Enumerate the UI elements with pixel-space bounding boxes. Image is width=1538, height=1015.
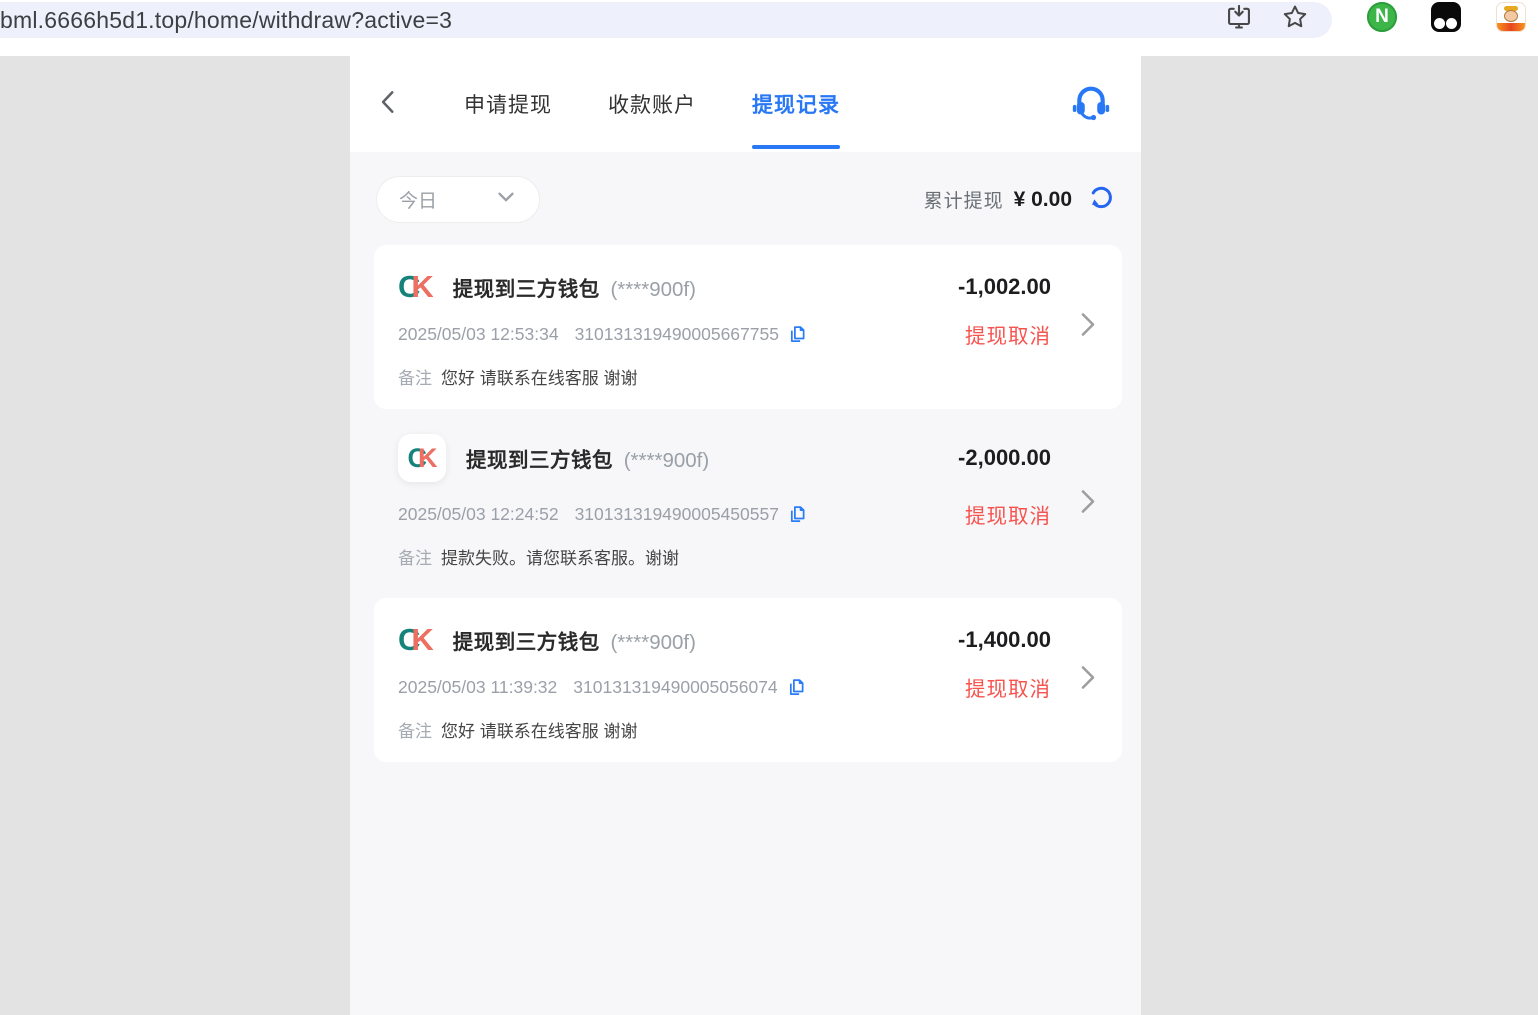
record-title: 提现到三方钱包 [453, 631, 600, 654]
tab-apply-withdraw[interactable]: 申请提现 [464, 56, 552, 152]
record-datetime: 2025/05/03 11:39:32 [398, 677, 557, 698]
note-label: 备注 [398, 717, 432, 742]
record-title: 提现到三方钱包 [453, 278, 600, 301]
filter-row: 今日 累计提现 ¥ 0.00 [350, 152, 1141, 223]
total-withdraw-label: 累计提现 [924, 186, 1004, 213]
tab-label: 提现记录 [752, 89, 840, 119]
tab-bar: 申请提现 收款账户 提现记录 [464, 56, 840, 152]
ck-wallet-logo: C K [398, 624, 433, 655]
extension-n-icon[interactable]: N [1367, 2, 1397, 32]
withdraw-app: 申请提现 收款账户 提现记录 [350, 56, 1141, 1015]
bookmark-button[interactable] [1278, 2, 1312, 36]
url-bar[interactable]: bml.6666h5d1.top/home/withdraw?active=3 [0, 2, 1332, 38]
record-order-number: 310131319490005056074 [573, 677, 777, 698]
total-withdraw-summary: 累计提现 ¥ 0.00 [924, 183, 1115, 217]
date-filter-dropdown[interactable]: 今日 [376, 176, 540, 223]
chevron-right-icon [1076, 662, 1100, 699]
monkey-face [1504, 10, 1518, 22]
date-filter-value: 今日 [399, 186, 437, 213]
star-icon [1281, 3, 1309, 36]
chevron-right-icon [1076, 485, 1100, 522]
extension-monkey-icon[interactable] [1496, 2, 1526, 32]
install-app-button[interactable] [1222, 2, 1256, 36]
copy-button[interactable] [787, 504, 808, 525]
copy-button[interactable] [787, 324, 808, 345]
record-amount: -1,400.00 [958, 627, 1098, 653]
chevron-left-icon [376, 87, 402, 122]
chevron-down-icon [495, 186, 517, 213]
domino-dot [1434, 18, 1445, 29]
domino-dot [1446, 18, 1457, 29]
note-label: 备注 [398, 364, 432, 389]
record-datetime: 2025/05/03 12:53:34 [398, 324, 559, 345]
note-label: 备注 [398, 544, 432, 569]
note-text: 您好 请联系在线客服 谢谢 [441, 364, 637, 389]
note-text: 提款失败。请您联系客服。谢谢 [441, 544, 679, 569]
ck-wallet-logo: C K [408, 445, 437, 472]
note-text: 您好 请联系在线客服 谢谢 [441, 717, 637, 742]
record-order-number: 310131319490005667755 [575, 324, 779, 345]
extension-domino-icon[interactable] [1431, 2, 1461, 32]
record-account: (****900f) [610, 631, 695, 654]
customer-service-button[interactable] [1071, 82, 1111, 127]
ck-wallet-logo-chip: C K [398, 434, 446, 482]
record-datetime: 2025/05/03 12:24:52 [398, 504, 559, 525]
back-button[interactable] [376, 84, 410, 124]
browser-chrome: bml.6666h5d1.top/home/withdraw?active=3 … [0, 0, 1538, 40]
tab-label: 收款账户 [608, 89, 696, 119]
ck-wallet-logo: C K [398, 271, 433, 302]
monkey-banner [1497, 23, 1525, 31]
app-header: 申请提现 收款账户 提现记录 [350, 56, 1141, 152]
logo-letter-k: K [411, 624, 432, 655]
copy-button[interactable] [786, 677, 807, 698]
record-order-number: 310131319490005450557 [575, 504, 779, 525]
tab-label: 申请提现 [464, 89, 552, 119]
record-title: 提现到三方钱包 [466, 449, 613, 472]
page-background: 申请提现 收款账户 提现记录 [0, 56, 1538, 1015]
chevron-right-icon [1076, 309, 1100, 346]
refresh-button[interactable] [1086, 183, 1115, 217]
tab-withdraw-records[interactable]: 提现记录 [752, 56, 840, 152]
install-app-icon [1225, 3, 1253, 36]
chrome-bottom-strip [0, 40, 1538, 56]
tab-payee-account[interactable]: 收款账户 [608, 56, 696, 152]
withdraw-record-card[interactable]: C K 提现到三方钱包 (****900f) -1,002.00 2025/05… [374, 245, 1122, 409]
record-amount: -1,002.00 [958, 274, 1098, 300]
withdraw-records-list: C K 提现到三方钱包 (****900f) -1,002.00 2025/05… [350, 223, 1141, 779]
headset-icon [1071, 82, 1111, 127]
extension-n-letter: N [1375, 6, 1389, 28]
record-account: (****900f) [610, 278, 695, 301]
withdraw-record-card[interactable]: C K 提现到三方钱包 (****900f) -1,400.00 2025/05… [374, 598, 1122, 762]
logo-letter-k: K [411, 271, 432, 302]
withdraw-record-card[interactable]: C K 提现到三方钱包 (****900f) -2,000.00 2025/05… [374, 426, 1122, 581]
total-withdraw-amount: ¥ 0.00 [1014, 188, 1072, 212]
url-text[interactable]: bml.6666h5d1.top/home/withdraw?active=3 [0, 7, 452, 34]
logo-letter-k: K [418, 445, 437, 472]
record-amount: -2,000.00 [958, 445, 1098, 471]
record-account: (****900f) [624, 449, 709, 472]
